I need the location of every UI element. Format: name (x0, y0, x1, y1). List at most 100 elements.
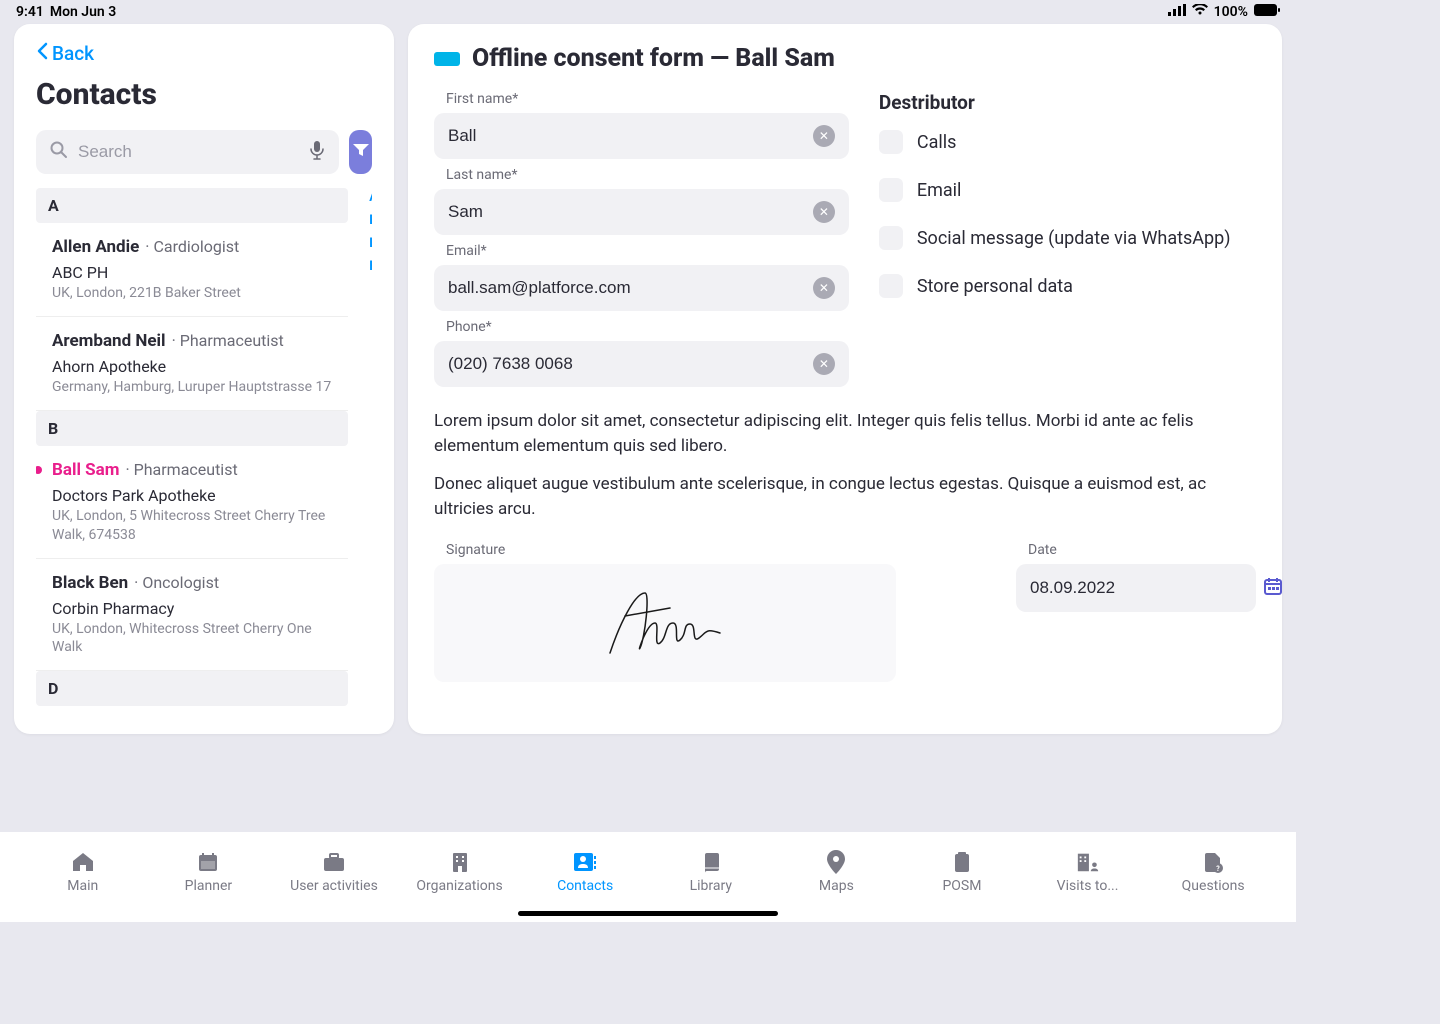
battery-icon (1254, 4, 1280, 20)
checkbox-calls[interactable]: Calls (879, 130, 1256, 154)
nav-contacts[interactable]: Contacts (535, 850, 635, 894)
contact-org: ABC PH (52, 263, 338, 282)
close-icon: ✕ (819, 357, 829, 371)
nav-label: Library (690, 878, 732, 894)
filter-button[interactable] (349, 130, 372, 174)
clear-button[interactable]: ✕ (813, 277, 835, 299)
checkbox-label: Calls (917, 132, 957, 153)
phone-label: Phone* (434, 319, 849, 335)
title-accent (434, 52, 460, 66)
nav-visits[interactable]: Visits to... (1038, 850, 1138, 894)
contact-name: Ball Sam (52, 460, 119, 480)
contacts-list: A B D F A Allen Andie Cardiologist ABC P… (36, 188, 372, 716)
cellular-icon (1168, 4, 1186, 20)
last-name-input[interactable] (448, 202, 813, 222)
email-input[interactable] (448, 278, 813, 298)
close-icon: ✕ (819, 129, 829, 143)
checkbox-label: Store personal data (917, 276, 1073, 297)
bottom-nav: Main Planner User activities Organizatio… (0, 832, 1296, 922)
wifi-icon (1192, 4, 1208, 20)
search-input[interactable] (78, 142, 299, 162)
checkbox-social[interactable]: Social message (update via WhatsApp) (879, 226, 1256, 250)
status-date: Mon Jun 3 (50, 4, 116, 20)
nav-label: User activities (290, 878, 378, 894)
nav-maps[interactable]: Maps (786, 850, 886, 894)
signature-pad[interactable] (434, 564, 896, 682)
nav-label: Contacts (557, 878, 613, 894)
signature-label: Signature (434, 542, 896, 558)
clear-button[interactable]: ✕ (813, 125, 835, 147)
nav-label: Organizations (416, 878, 502, 894)
calendar-icon[interactable] (1263, 576, 1283, 600)
phone-input[interactable] (448, 354, 813, 374)
first-name-input[interactable] (448, 126, 813, 146)
contact-org: Doctors Park Apotheke (52, 486, 338, 505)
filter-icon (352, 142, 370, 162)
contact-role: Pharmaceutist (125, 460, 237, 479)
date-field[interactable] (1016, 564, 1256, 612)
status-time: 9:41 (16, 4, 44, 20)
nav-main[interactable]: Main (33, 850, 133, 894)
document-question-icon: ? (1201, 850, 1225, 874)
nav-library[interactable]: Library (661, 850, 761, 894)
nav-label: Questions (1182, 878, 1245, 894)
checkbox-store-data[interactable]: Store personal data (879, 274, 1256, 298)
first-name-label: First name* (434, 91, 849, 107)
contact-item[interactable]: Black Ben Oncologist Corbin Pharmacy UK,… (36, 559, 348, 671)
alpha-index-letter[interactable]: B (369, 213, 372, 228)
contact-name: Allen Andie (52, 237, 139, 257)
close-icon: ✕ (819, 205, 829, 219)
contact-item[interactable]: Ball Sam Pharmaceutist Doctors Park Apot… (36, 446, 348, 558)
status-bar: 9:41 Mon Jun 3 100% (0, 0, 1296, 24)
clear-button[interactable]: ✕ (813, 201, 835, 223)
email-label: Email* (434, 243, 849, 259)
alpha-index-letter[interactable]: A (369, 190, 372, 205)
nav-organizations[interactable]: Organizations (410, 850, 510, 894)
alpha-index: A B D F (369, 190, 372, 274)
book-icon (699, 850, 723, 874)
checkbox-label: Social message (update via WhatsApp) (917, 228, 1231, 249)
section-header: B (36, 411, 348, 446)
contact-address: Germany, Hamburg, Luruper Hauptstrasse 1… (52, 378, 338, 396)
contact-item[interactable]: Aremband Neil Pharmaceutist Ahorn Apothe… (36, 317, 348, 411)
search-icon (50, 141, 68, 163)
checkbox-icon (879, 274, 903, 298)
checkbox-icon (879, 226, 903, 250)
contact-item[interactable]: Allen Andie Cardiologist ABC PH UK, Lond… (36, 223, 348, 317)
clear-button[interactable]: ✕ (813, 353, 835, 375)
date-input[interactable] (1030, 578, 1251, 598)
nav-label: Visits to... (1057, 878, 1119, 894)
nav-label: POSM (942, 878, 981, 894)
clipboard-icon (950, 850, 974, 874)
svg-text:?: ? (1216, 865, 1220, 873)
nav-user-activities[interactable]: User activities (284, 850, 384, 894)
checkbox-icon (879, 130, 903, 154)
home-indicator[interactable] (518, 911, 778, 916)
microphone-icon[interactable] (309, 140, 325, 164)
contact-org: Ahorn Apotheke (52, 357, 338, 376)
contact-role: Cardiologist (145, 237, 239, 256)
section-header: D (36, 671, 348, 706)
contact-name: Aremband Neil (52, 331, 166, 351)
main-content: Offline consent form — Ball Sam First na… (408, 24, 1282, 734)
alpha-index-letter[interactable]: D (369, 236, 372, 251)
nav-questions[interactable]: ? Questions (1163, 850, 1263, 894)
nav-label: Maps (819, 878, 854, 894)
consent-text-1: Lorem ipsum dolor sit amet, consectetur … (434, 409, 1256, 458)
date-label: Date (1016, 542, 1256, 558)
search-box[interactable] (36, 130, 339, 174)
map-pin-icon (824, 850, 848, 874)
back-button[interactable]: Back (36, 42, 372, 65)
close-icon: ✕ (819, 281, 829, 295)
nav-planner[interactable]: Planner (158, 850, 258, 894)
building-icon (448, 850, 472, 874)
alpha-index-letter[interactable]: F (369, 259, 372, 274)
contact-card-icon (573, 850, 597, 874)
contacts-sidebar: Back Contacts A B D (14, 24, 394, 734)
checkbox-email[interactable]: Email (879, 178, 1256, 202)
building-user-icon (1076, 850, 1100, 874)
nav-posm[interactable]: POSM (912, 850, 1012, 894)
home-icon (71, 850, 95, 874)
contact-address: UK, London, Whitecross Street Cherry One… (52, 620, 338, 656)
contact-address: UK, London, 5 Whitecross Street Cherry T… (52, 507, 338, 543)
